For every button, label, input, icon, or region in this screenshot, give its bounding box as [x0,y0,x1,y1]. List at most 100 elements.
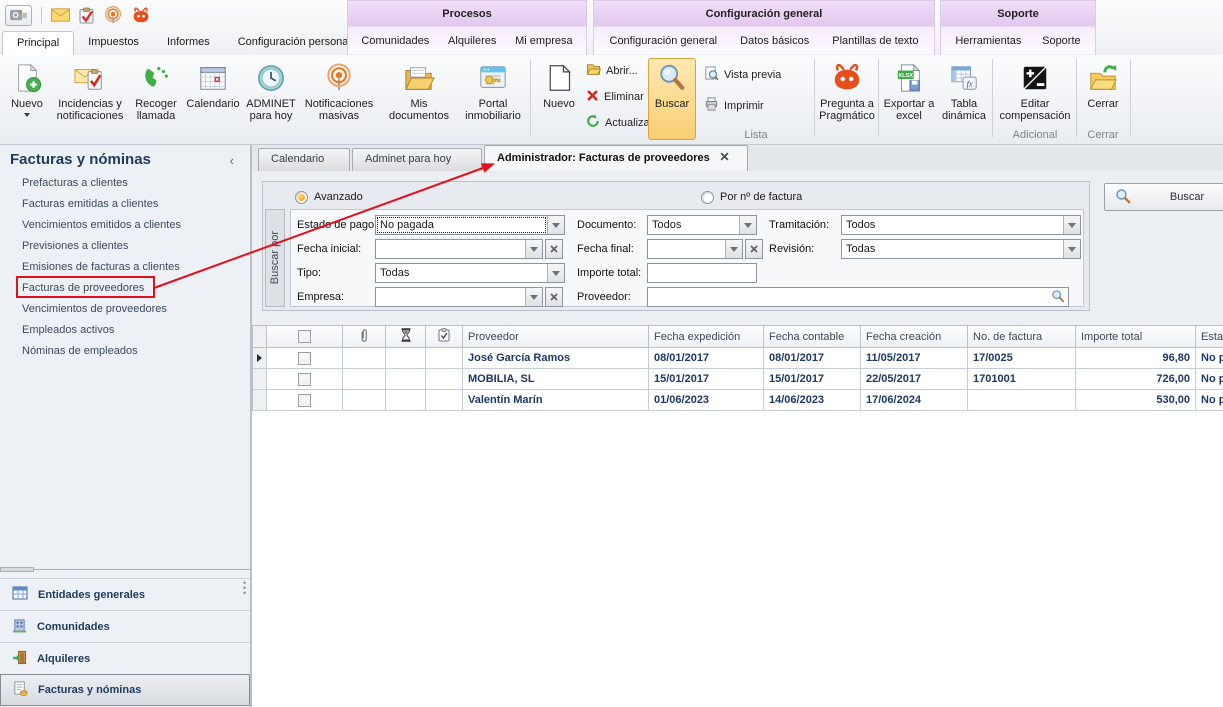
vista-previa-button[interactable]: Vista previa [704,65,808,84]
dropdown-button[interactable] [1063,216,1080,234]
fecha-final-datepicker[interactable] [647,239,743,259]
dropdown-button[interactable] [547,264,564,282]
sidebar-item-facturas-nominas[interactable]: Facturas y nóminas [0,674,250,706]
empresa-combobox[interactable] [375,287,543,307]
cerrar-button[interactable]: Cerrar [1080,58,1126,140]
ribbon-tab-informes[interactable]: Informes [153,31,224,55]
portal-inmobiliario-button[interactable]: Portal inmobiliario [460,58,526,140]
sidebar-item-alquileres[interactable]: Alquileres [0,642,250,674]
ribbon-tab-impuestos[interactable]: Impuestos [74,31,153,55]
buscar-submit-button[interactable]: Buscar [1104,183,1223,211]
nuevo-lista-button[interactable]: Nuevo [536,58,582,140]
mis-documentos-button[interactable]: Mis documentos [380,58,458,140]
fecha-inicial-datepicker[interactable] [375,239,543,259]
dropdown-button[interactable] [525,288,542,306]
tabla-dinamica-button[interactable]: fx Tabla dinámica [938,58,990,140]
column-header-proveedor[interactable]: Proveedor [463,326,649,348]
table-row[interactable]: José García Ramos08/01/201708/01/201711/… [253,348,1223,369]
ribbon-tab-datos-basicos[interactable]: Datos básicos [734,32,815,50]
dropdown-button[interactable] [739,216,756,234]
column-header-estado[interactable]: Estado [1196,326,1223,348]
clear-field-button[interactable] [545,239,563,259]
ribbon-tab-configuracion-general[interactable]: Configuración general [604,32,724,50]
row-checkbox[interactable] [298,373,311,386]
buscar-button[interactable]: Buscar [648,58,696,140]
lookup-magnifier-icon[interactable] [1051,289,1065,306]
clear-field-button[interactable] [545,287,563,307]
table-cell[interactable]: Valentín Marín [463,390,649,411]
app-logo-icon[interactable] [5,5,32,26]
tab-facturas-proveedores[interactable]: Administrador: Facturas de proveedores [484,145,748,171]
imprimir-button[interactable]: Imprimir [704,96,808,115]
ribbon-tab-configuracion-personal[interactable]: Configuración personal [224,31,365,55]
pregunta-pragmatico-button[interactable]: Pregunta a Pragmático [818,58,876,140]
recoger-llamada-button[interactable]: Recoger llamada [130,58,182,140]
sidebar-item[interactable]: Nóminas de empleados [22,341,246,362]
editar-compensacion-button[interactable]: Editar compensación [996,58,1074,140]
importe-total-input[interactable] [647,263,757,283]
ribbon-tab-herramientas[interactable]: Herramientas [949,32,1027,50]
robot-icon[interactable] [131,7,151,24]
adminet-hoy-button[interactable]: ADMINET para hoy [244,58,298,140]
sidebar-splitter[interactable] [0,569,250,573]
table-cell[interactable] [253,369,267,390]
column-header-fecha-expedicion[interactable]: Fecha expedición [649,326,764,348]
sidebar-collapse-icon[interactable]: ‹ [230,153,234,168]
sidebar-item[interactable]: Vencimientos emitidos a clientes [22,215,246,236]
table-row[interactable]: MOBILIA, SL15/01/201715/01/201722/05/201… [253,369,1223,390]
table-cell[interactable] [267,369,343,390]
tramitacion-combobox[interactable]: Todos [841,215,1081,235]
tab-calendario[interactable]: Calendario [258,148,350,171]
dropdown-button[interactable] [1063,240,1080,258]
search-side-tab[interactable]: Buscar por [265,209,285,307]
column-header-importe-total[interactable]: Importe total [1076,326,1196,348]
documento-combobox[interactable]: Todos [647,215,757,235]
table-cell[interactable]: MOBILIA, SL [463,369,649,390]
table-cell[interactable] [253,348,267,369]
sidebar-item[interactable]: Vencimientos de proveedores [22,299,246,320]
sidebar-item[interactable]: Emisiones de facturas a clientes [22,257,246,278]
column-header-no-factura[interactable]: No. de factura [968,326,1076,348]
table-cell[interactable] [253,390,267,411]
sidebar-item[interactable]: Prefacturas a clientes [22,173,246,194]
exportar-excel-button[interactable]: XLSX Exportar a excel [882,58,936,140]
radio-por-numero[interactable]: Por nº de factura [701,189,802,205]
notificaciones-masivas-button[interactable]: Notificaciones masivas [300,58,378,140]
ribbon-tab-mi-empresa[interactable]: Mi empresa [509,32,578,50]
sidebar-item[interactable]: Previsiones a clientes [22,236,246,257]
estado-de-pago-combobox[interactable]: No pagada [375,215,565,235]
dropdown-button[interactable] [547,216,564,234]
dropdown-button[interactable] [725,240,742,258]
broadcast-icon[interactable] [104,6,122,24]
dropdown-button[interactable] [525,240,542,258]
sidebar-item-entidades-generales[interactable]: Entidades generales [0,578,250,610]
row-checkbox[interactable] [298,352,311,365]
clear-field-button[interactable] [745,239,763,259]
calendario-button[interactable]: Calendario [184,58,242,140]
mail-icon[interactable] [51,8,70,22]
column-header-fecha-creacion[interactable]: Fecha creación [861,326,968,348]
ribbon-tab-principal[interactable]: Principal [2,31,74,55]
sidebar-item-comunidades[interactable]: Comunidades [0,610,250,642]
radio-avanzado[interactable]: Avanzado [295,189,363,205]
table-row[interactable]: Valentín Marín01/06/202314/06/202317/06/… [253,390,1223,411]
sidebar-item[interactable]: Facturas de proveedores [22,278,246,299]
checkbox-column-header[interactable] [267,326,343,348]
header-checkbox[interactable] [298,330,311,343]
nuevo-button[interactable]: Nuevo [4,58,50,140]
tasks-icon[interactable] [79,7,95,24]
pending-column-header[interactable] [386,326,426,348]
tab-close-icon[interactable] [720,146,729,171]
tipo-combobox[interactable]: Todas [375,263,565,283]
sidebar-item[interactable]: Facturas emitidas a clientes [22,194,246,215]
ribbon-tab-alquileres[interactable]: Alquileres [442,32,502,50]
approved-column-header[interactable] [426,326,463,348]
sidebar-item[interactable]: Empleados activos [22,320,246,341]
table-cell[interactable]: José García Ramos [463,348,649,369]
ribbon-tab-plantillas[interactable]: Plantillas de texto [826,32,924,50]
splitter-grip[interactable] [0,567,34,572]
column-header-fecha-contable[interactable]: Fecha contable [764,326,861,348]
proveedor-lookup-input[interactable] [647,287,1069,307]
revision-combobox[interactable]: Todas [841,239,1081,259]
table-cell[interactable] [267,390,343,411]
